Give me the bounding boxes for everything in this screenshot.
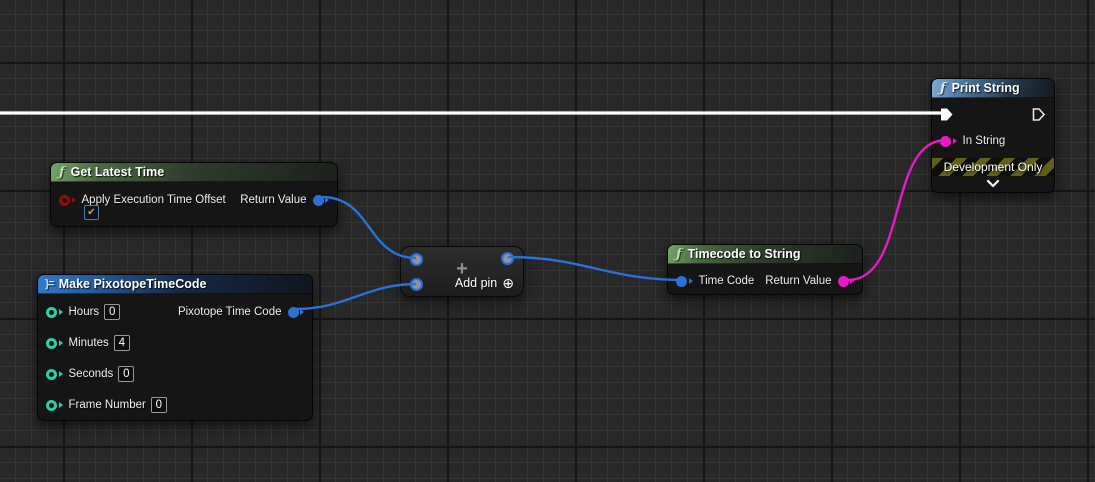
pin-in-string[interactable] xyxy=(940,136,957,147)
pin-label-minutes: Minutes xyxy=(69,337,109,349)
pin-label-return-value: Return Value xyxy=(240,194,306,206)
blueprint-graph-canvas[interactable]: ƒ Get Latest Time Apply Execution Time O… xyxy=(0,0,1095,482)
pin-label-hours: Hours xyxy=(69,306,100,318)
node-timecode-to-string[interactable]: ƒ Timecode to String Time Code Return Va… xyxy=(667,244,863,295)
pin-label-time-code: Time Code xyxy=(699,275,755,287)
chevron-down-icon xyxy=(985,180,1001,188)
node-header-make-pixotope-timecode[interactable]: }= Make PixotopeTimeCode xyxy=(38,275,312,294)
node-title: Timecode to String xyxy=(688,247,801,261)
node-add[interactable]: + Add pin ⊕ xyxy=(400,246,524,297)
seconds-value-field[interactable]: 0 xyxy=(118,366,134,382)
node-print-string[interactable]: ƒ Print String In String Development Onl… xyxy=(931,78,1055,193)
hours-value-field[interactable]: 0 xyxy=(104,304,120,320)
minutes-value-field[interactable]: 4 xyxy=(114,335,130,351)
pin-label-pixotope-time-code: Pixotope Time Code xyxy=(178,306,282,318)
node-title: Print String xyxy=(952,81,1020,95)
function-icon: ƒ xyxy=(940,82,946,95)
function-icon: ƒ xyxy=(676,248,682,261)
pin-label-frame-number: Frame Number xyxy=(69,399,146,411)
pin-frame-number[interactable] xyxy=(46,400,63,411)
wire-timecode-to-add-in2[interactable] xyxy=(296,284,416,309)
pin-label-apply-execution-time-offset: Apply Execution Time Offset xyxy=(82,194,226,206)
apply-offset-checkbox[interactable]: ✔ xyxy=(84,205,99,220)
add-pin-plus-icon[interactable]: ⊕ xyxy=(502,276,514,290)
node-make-pixotope-timecode[interactable]: }= Make PixotopeTimeCode Hours 0 Pixotop… xyxy=(37,274,313,421)
node-header-timecode-to-string[interactable]: ƒ Timecode to String xyxy=(668,245,862,264)
function-icon: ƒ xyxy=(59,166,65,179)
node-title: Make PixotopeTimeCode xyxy=(59,277,207,291)
node-header-print-string[interactable]: ƒ Print String xyxy=(932,79,1054,98)
pin-return-value[interactable] xyxy=(313,195,330,206)
pin-minutes[interactable] xyxy=(46,338,63,349)
pin-hours[interactable] xyxy=(46,307,63,318)
node-header-get-latest-time[interactable]: ƒ Get Latest Time xyxy=(51,163,337,182)
make-struct-icon: }= xyxy=(45,278,54,290)
pin-apply-execution-time-offset[interactable] xyxy=(59,195,76,206)
pin-label-seconds: Seconds xyxy=(69,368,114,380)
expand-node-button[interactable] xyxy=(932,180,1054,188)
checkmark-icon: ✔ xyxy=(87,207,95,218)
pin-return-value-string[interactable] xyxy=(838,276,855,287)
pin-pixotope-time-code[interactable] xyxy=(288,307,305,318)
pin-label-return-value: Return Value xyxy=(765,275,831,287)
development-only-label: Development Only xyxy=(944,160,1043,174)
development-only-banner: Development Only xyxy=(932,158,1054,176)
node-title: Get Latest Time xyxy=(71,165,165,179)
pin-seconds[interactable] xyxy=(46,369,63,380)
frame-number-value-field[interactable]: 0 xyxy=(151,397,167,413)
add-pin-button-label[interactable]: Add pin xyxy=(455,276,497,290)
pin-add-input-2[interactable] xyxy=(410,278,423,291)
pin-label-in-string: In String xyxy=(963,135,1006,147)
exec-out-pin[interactable] xyxy=(1032,108,1046,121)
wire-add-out-to-timecode-to-string[interactable] xyxy=(508,257,683,280)
node-get-latest-time[interactable]: ƒ Get Latest Time Apply Execution Time O… xyxy=(50,162,338,227)
pin-time-code[interactable] xyxy=(676,276,693,287)
exec-in-pin[interactable] xyxy=(940,108,954,121)
